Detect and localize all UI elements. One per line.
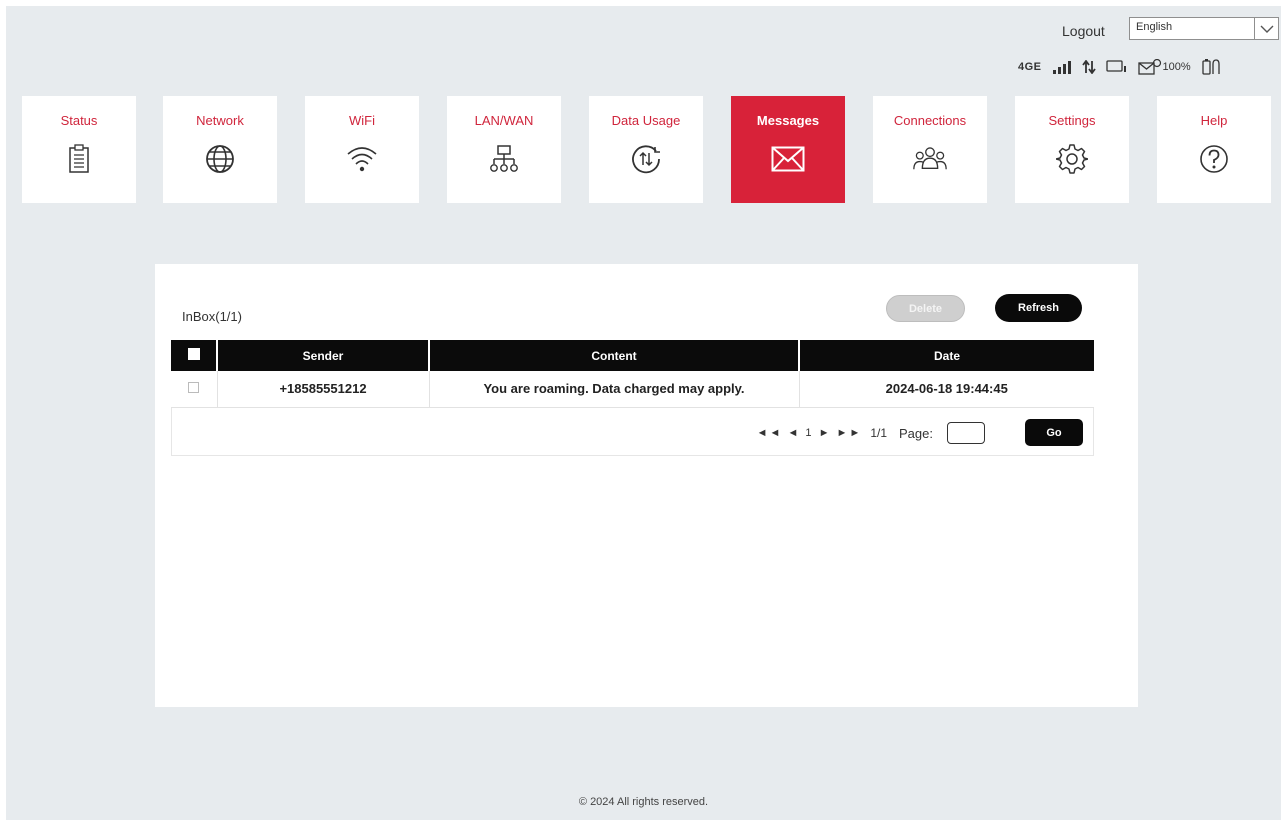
page-count: 1/1 <box>870 426 888 440</box>
messages-table: Sender Content Date +18585551212 You are… <box>171 340 1094 408</box>
sms-icon <box>1137 59 1161 75</box>
app-frame: Logout English 4GE 100% Status Network W… <box>6 6 1281 820</box>
row-checkbox[interactable] <box>188 382 200 394</box>
nav-tile-help[interactable]: Help <box>1157 96 1271 203</box>
globe-icon <box>203 142 237 176</box>
chevron-down-icon[interactable] <box>1254 18 1278 39</box>
nav-tile-connections[interactable]: Connections <box>873 96 987 203</box>
lan-icon <box>487 142 521 176</box>
select-all-header <box>171 340 218 371</box>
users-icon <box>913 142 947 176</box>
nav-tile-messages[interactable]: Messages <box>731 96 845 203</box>
column-header-date: Date <box>799 340 1094 371</box>
inbox-title: InBox(1/1) <box>182 309 242 324</box>
pagination-bar: ◄◄ ◄ 1 ► ►► 1/1 Page: Go <box>171 408 1094 456</box>
nav-tile-network[interactable]: Network <box>163 96 277 203</box>
device-icon <box>1105 60 1126 72</box>
language-selected: English <box>1136 21 1173 33</box>
select-all-checkbox[interactable] <box>187 348 200 360</box>
nav-label: Help <box>1200 113 1228 128</box>
status-bar: 4GE 100% <box>1018 56 1221 78</box>
refresh-button[interactable]: Refresh <box>995 294 1082 322</box>
main-nav: Status Network WiFi LAN/WAN Data Usage M… <box>22 96 1272 204</box>
nav-label: Connections <box>893 113 967 128</box>
nav-tile-lan-wan[interactable]: LAN/WAN <box>447 96 561 203</box>
gear-icon <box>1055 142 1089 176</box>
page-label: Page: <box>899 425 933 441</box>
logout-link[interactable]: Logout <box>1062 23 1105 39</box>
battery-icon <box>1202 59 1220 75</box>
nav-label: Data Usage <box>611 113 681 128</box>
nav-label: Network <box>196 113 244 128</box>
signal-icon <box>1052 61 1071 74</box>
row-select-cell <box>171 371 218 408</box>
footer-copyright: © 2024 All rights reserved. <box>578 796 709 808</box>
battery-level: 100% <box>1162 61 1191 73</box>
envelope-icon <box>771 142 805 176</box>
column-header-content: Content <box>429 340 800 371</box>
go-button[interactable]: Go <box>1025 419 1083 446</box>
nav-label: Settings <box>1048 113 1096 128</box>
data-usage-icon <box>629 142 663 176</box>
help-icon <box>1197 142 1231 176</box>
page-number-input[interactable] <box>947 422 985 444</box>
table-row[interactable]: +18585551212 You are roaming. Data charg… <box>171 371 1094 408</box>
nav-label: LAN/WAN <box>474 113 534 128</box>
nav-tile-status[interactable]: Status <box>22 96 136 203</box>
content-cell: You are roaming. Data charged may apply. <box>429 371 800 408</box>
network-type: 4GE <box>1018 61 1042 73</box>
sender-cell: +18585551212 <box>217 371 430 408</box>
nav-label: WiFi <box>349 113 375 128</box>
column-header-sender: Sender <box>217 340 430 371</box>
page-navigation-arrows[interactable]: ◄◄ ◄ 1 ► ►► <box>757 427 863 439</box>
date-cell: 2024-06-18 19:44:45 <box>799 371 1094 408</box>
nav-label: Messages <box>756 113 820 128</box>
language-select[interactable]: English <box>1129 17 1279 40</box>
delete-button[interactable]: Delete <box>886 295 965 322</box>
clipboard-icon <box>62 142 96 176</box>
wifi-icon <box>345 142 379 176</box>
pagination: ◄◄ ◄ 1 ► ►► 1/1 Page: <box>757 422 985 444</box>
nav-tile-wifi[interactable]: WiFi <box>305 96 419 203</box>
nav-label: Status <box>60 113 98 128</box>
inbox-panel: InBox(1/1) Delete Refresh Sender Content… <box>155 264 1138 707</box>
data-transfer-icon <box>1081 60 1096 74</box>
nav-tile-data-usage[interactable]: Data Usage <box>589 96 703 203</box>
nav-tile-settings[interactable]: Settings <box>1015 96 1129 203</box>
